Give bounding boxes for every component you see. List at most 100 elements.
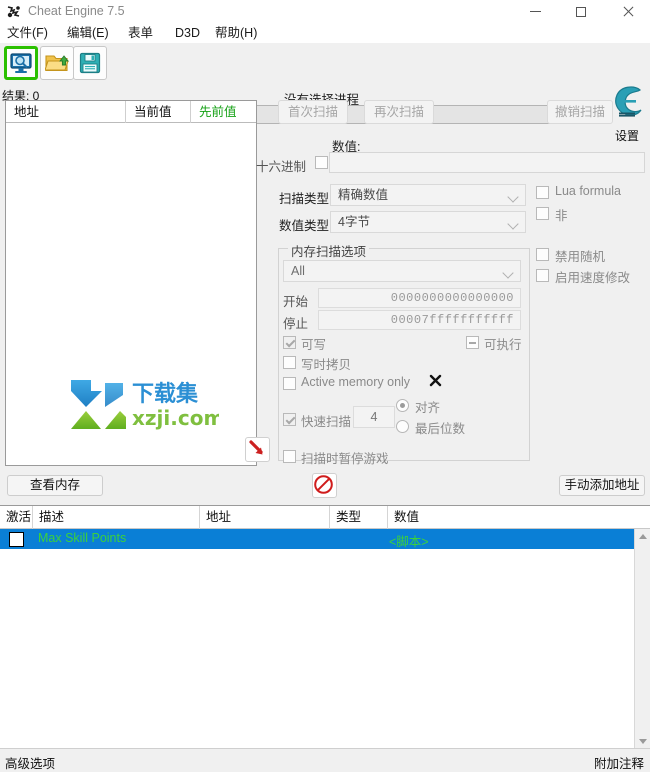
chevron-down-icon-2 [507, 218, 519, 230]
fast-scan-alignment-input[interactable]: 4 [353, 406, 395, 428]
add-to-table-arrow-button[interactable] [245, 437, 270, 462]
add-address-manually-button[interactable]: 手动添加地址 [559, 475, 645, 496]
writable-checkbox[interactable] [283, 336, 296, 349]
cheat-col-value[interactable]: 数值 [388, 506, 634, 529]
cheat-table-scrollbar[interactable] [634, 529, 650, 749]
scroll-down-button[interactable] [635, 734, 650, 749]
red-arrow-icon [249, 440, 263, 455]
svg-text:下载集: 下载集 [132, 381, 199, 407]
executable-label: 可执行 [484, 338, 522, 352]
fast-scan-checkbox[interactable] [283, 413, 296, 426]
cheat-table: 激活 描述 地址 类型 数值 Max Skill Points <脚本> [0, 505, 650, 749]
menu-bar: 文件(F) 编辑(E) 表单 D3D 帮助(H) [0, 23, 650, 45]
active-memory-checkbox[interactable] [283, 377, 296, 390]
hex-label: 十六进制 [256, 160, 307, 174]
view-memory-button[interactable]: 查看内存 [7, 475, 103, 496]
last-digits-label: 最后位数 [415, 422, 466, 436]
chevron-down-icon-4 [639, 739, 647, 744]
copy-on-write-checkbox[interactable] [283, 356, 296, 369]
menu-file[interactable]: 文件(F) [4, 25, 51, 42]
fast-scan-label: 快速扫描 [301, 415, 352, 429]
chevron-up-icon [639, 534, 647, 539]
value-type-select[interactable]: 4字节 [330, 211, 526, 233]
status-bar: 高级选项 附加注释 [0, 748, 650, 772]
menu-table[interactable]: 表单 [125, 25, 156, 42]
maximize-icon [576, 7, 586, 17]
clear-x-icon[interactable] [429, 374, 442, 387]
no-entry-button[interactable] [312, 473, 337, 498]
not-checkbox[interactable] [536, 207, 549, 220]
not-label: 非 [555, 209, 568, 223]
disable-random-checkbox[interactable] [536, 248, 549, 261]
lua-formula-label: Lua formula [555, 184, 622, 198]
executable-checkbox[interactable] [466, 336, 479, 349]
save-table-button[interactable] [73, 46, 107, 80]
region-select[interactable]: All [283, 260, 521, 282]
table-row[interactable]: Max Skill Points <脚本> [0, 529, 634, 549]
results-col-address[interactable]: 地址 [6, 101, 126, 123]
cheat-col-active[interactable]: 激活 [0, 506, 33, 529]
lua-formula-checkbox[interactable] [536, 186, 549, 199]
cheat-col-address[interactable]: 地址 [200, 506, 330, 529]
start-address-input[interactable]: 0000000000000000 [318, 288, 521, 308]
next-scan-button[interactable]: 再次扫描 [364, 100, 434, 124]
scan-results-list[interactable]: 地址 当前值 先前值 下载集 xzji.com [5, 100, 257, 466]
pause-while-scanning-label: 扫描时暂停游戏 [301, 452, 389, 466]
svg-text:xzji.com: xzji.com [132, 406, 219, 430]
settings-ce-logo-icon[interactable] [607, 81, 647, 121]
scan-type-value: 精确数值 [338, 188, 389, 202]
cheat-engine-window: Cheat Engine 7.5 文件(F) 编辑(E) 表单 D3D 帮助(H… [0, 0, 650, 772]
extra-notes-link[interactable]: 附加注释 [594, 753, 644, 772]
last-digits-radio[interactable] [396, 420, 409, 433]
cheat-col-type[interactable]: 类型 [330, 506, 388, 529]
row-activate-checkbox[interactable] [9, 532, 24, 547]
close-button[interactable] [605, 0, 650, 23]
results-col-previous[interactable]: 先前值 [191, 101, 256, 123]
menu-d3d[interactable]: D3D [172, 25, 203, 42]
results-header: 地址 当前值 先前值 [6, 101, 256, 123]
start-label: 开始 [283, 295, 309, 309]
row-value: <脚本> [389, 535, 429, 549]
advanced-options-link[interactable]: 高级选项 [5, 753, 55, 772]
disable-random-label: 禁用随机 [555, 250, 606, 264]
minimize-icon [530, 11, 541, 12]
toolbar: 没有选择进程 设置 [0, 43, 650, 143]
results-col-current[interactable]: 当前值 [126, 101, 191, 123]
stop-address-input[interactable]: 00007fffffffffff [318, 310, 521, 330]
scan-value-input[interactable] [329, 152, 645, 173]
scan-type-label: 扫描类型 [279, 192, 330, 206]
open-folder-upload-icon [45, 55, 69, 72]
floppy-disk-icon [79, 52, 101, 74]
chevron-down-icon-3 [502, 267, 514, 279]
cheat-table-header: 激活 描述 地址 类型 数值 [0, 506, 650, 529]
load-table-button[interactable] [40, 46, 74, 80]
title-bar: Cheat Engine 7.5 [0, 0, 650, 23]
speedhack-checkbox[interactable] [536, 269, 549, 282]
menu-edit[interactable]: 编辑(E) [64, 25, 112, 42]
window-title: Cheat Engine 7.5 [28, 4, 125, 18]
first-scan-button[interactable]: 首次扫描 [278, 100, 348, 124]
alignment-radio[interactable] [396, 399, 409, 412]
settings-label: 设置 [614, 129, 639, 143]
scan-type-select[interactable]: 精确数值 [330, 184, 526, 206]
writable-label: 可写 [301, 338, 327, 352]
hex-checkbox[interactable] [315, 156, 328, 169]
speedhack-label: 启用速度修改 [555, 271, 631, 285]
site-watermark: 下载集 xzji.com [69, 377, 224, 433]
scroll-up-button[interactable] [635, 529, 650, 544]
active-memory-label: Active memory only [301, 375, 411, 389]
open-process-button[interactable] [4, 46, 38, 80]
cheat-col-description[interactable]: 描述 [33, 506, 200, 529]
copy-on-write-label: 写时拷贝 [301, 358, 352, 372]
menu-help[interactable]: 帮助(H) [212, 25, 260, 42]
cheat-engine-logo-icon [6, 4, 22, 20]
no-entry-icon [314, 475, 333, 494]
minimize-button[interactable] [513, 0, 559, 23]
region-value: All [291, 264, 305, 278]
value-type-label: 数值类型 [279, 219, 330, 233]
maximize-button[interactable] [559, 0, 605, 23]
stop-label: 停止 [283, 317, 309, 331]
pause-while-scanning-checkbox[interactable] [283, 450, 296, 463]
monitor-search-icon [10, 53, 32, 73]
undo-scan-button[interactable]: 撤销扫描 [547, 100, 613, 124]
